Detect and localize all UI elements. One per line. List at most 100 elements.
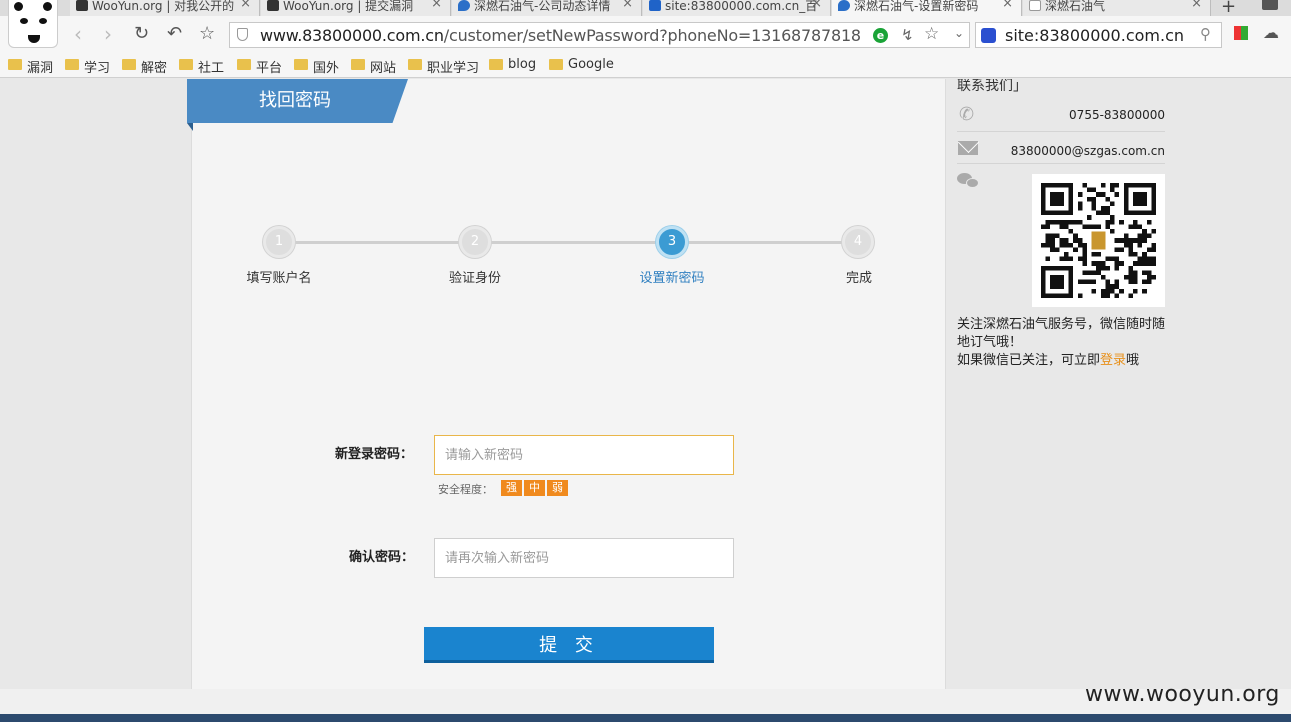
step-1-label: 填写账户名 — [246, 271, 312, 286]
bookmark-folder[interactable]: 平台 — [237, 57, 282, 76]
follow-line-2-end: 哦 — [1126, 353, 1140, 368]
url-path: /customer/setNewPassword?phoneNo=1316878… — [443, 26, 861, 45]
chevron-down-icon[interactable]: ⌄ — [954, 26, 964, 40]
bookmark-label: blog — [508, 57, 537, 72]
login-link[interactable]: 登录 — [1100, 353, 1126, 368]
page-content: 找回密码 1 2 3 4 填写账户名 验证身份 设置新密码 完成 新登录密码： … — [0, 79, 1291, 689]
wechat-qr-code — [1032, 174, 1165, 307]
panda-ear — [14, 2, 23, 11]
follow-text: 关注深燃石油气服务号，微信随时随地订气哦！ 如果微信已关注，可立即登录哦 — [957, 316, 1165, 370]
email-address: 83800000@szgas.com.cn — [1010, 144, 1165, 158]
strength-medium: 中 — [524, 480, 545, 496]
email-row: 83800000@szgas.com.cn — [957, 132, 1165, 164]
bookmark-folder[interactable]: 网站 — [351, 57, 396, 76]
bookmark-folder[interactable]: Google — [549, 57, 614, 72]
search-input[interactable]: site:83800000.com.cn — [1005, 26, 1184, 45]
bookmark-label: 社工 — [198, 61, 225, 76]
bookmark-label: 平台 — [256, 61, 283, 76]
step-1-circle: 1 — [263, 226, 295, 258]
address-bar[interactable]: www.83800000.com.cn/customer/setNewPassw… — [229, 22, 970, 48]
bookmark-folder[interactable]: blog — [489, 57, 536, 72]
new-password-input[interactable] — [434, 435, 734, 475]
back-icon[interactable]: ‹ — [74, 23, 82, 45]
tab-title: 深燃石油气-设置新密码 — [854, 0, 979, 13]
submit-button[interactable]: 提 交 — [424, 627, 714, 663]
new-tab-button[interactable]: + — [1221, 0, 1236, 16]
folder-icon — [549, 59, 563, 70]
page-title: 找回密码 — [187, 79, 408, 123]
close-icon[interactable]: × — [811, 0, 822, 10]
bookmark-folder[interactable]: 社工 — [179, 57, 224, 76]
wooyun-icon — [267, 0, 279, 11]
favorite-star-icon[interactable]: ☆ — [924, 24, 939, 44]
step-2-label: 验证身份 — [448, 271, 502, 286]
gas-drop-icon — [838, 0, 850, 11]
url-text[interactable]: www.83800000.com.cn/customer/setNewPassw… — [260, 26, 861, 45]
panda-ear — [43, 2, 52, 11]
folder-icon — [237, 59, 251, 70]
folder-icon — [179, 59, 193, 70]
os-taskbar — [0, 714, 1291, 722]
step-2-circle: 2 — [459, 226, 491, 258]
qr-code-image — [1041, 183, 1156, 298]
new-password-label: 新登录密码： — [335, 447, 414, 462]
folder-icon — [122, 59, 136, 70]
phone-icon: ✆ — [959, 104, 975, 125]
lightning-icon[interactable]: ↯ — [901, 26, 914, 44]
bookmark-folder[interactable]: 解密 — [122, 57, 167, 76]
step-3-label: 设置新密码 — [639, 271, 705, 286]
bookmarks-bar: 漏洞 学习 解密 社工 平台 国外 网站 职业学习 blog Google — [0, 54, 1291, 78]
bookmark-folder[interactable]: 职业学习 — [408, 57, 479, 76]
watermark: www.wooyun.org — [1085, 682, 1280, 707]
follow-line-2-text: 如果微信已关注，可立即 — [957, 353, 1101, 368]
follow-line-1: 关注深燃石油气服务号，微信随时随地订气哦！ — [957, 317, 1166, 350]
browser-tab-4[interactable]: site:83800000.com.cn_百 × — [643, 0, 831, 16]
browser-tab-5[interactable]: 深燃石油气-设置新密码 × — [832, 0, 1022, 16]
folder-icon — [351, 59, 365, 70]
search-icon[interactable]: ⚲ — [1200, 25, 1211, 43]
forward-icon[interactable]: › — [104, 23, 112, 45]
page-icon — [1029, 0, 1041, 11]
gas-drop-icon — [458, 0, 470, 11]
window-menu-icon[interactable] — [1262, 0, 1278, 10]
bookmark-label: 职业学习 — [427, 61, 480, 76]
panda-avatar[interactable] — [8, 0, 58, 48]
bookmark-folder[interactable]: 漏洞 — [8, 57, 53, 76]
bookmark-label: Google — [568, 57, 614, 72]
panda-eye — [39, 18, 47, 24]
panda-eye — [20, 18, 28, 24]
folder-icon — [65, 59, 79, 70]
wooyun-icon — [76, 0, 88, 11]
step-3-circle: 3 — [656, 226, 688, 258]
cloud-icon[interactable]: ☁ — [1263, 23, 1279, 42]
bookmark-label: 漏洞 — [27, 61, 54, 76]
bookmark-folder[interactable]: 学习 — [65, 57, 110, 76]
bookmark-label: 国外 — [313, 61, 340, 76]
confirm-password-label: 确认密码： — [349, 550, 415, 565]
apps-icon[interactable] — [1234, 26, 1248, 40]
tab-title: WooYun.org | 提交漏洞 — [283, 0, 414, 13]
browser-tab-6[interactable]: 深燃石油气 × — [1023, 0, 1211, 16]
search-bar[interactable]: site:83800000.com.cn ⚲ — [975, 22, 1222, 48]
browser-tab-2[interactable]: WooYun.org | 提交漏洞 × — [261, 0, 451, 16]
close-icon[interactable]: × — [1191, 0, 1202, 10]
security-check-icon[interactable]: e — [873, 28, 888, 43]
bookmark-folder[interactable]: 国外 — [294, 57, 339, 76]
close-icon[interactable]: × — [622, 0, 633, 10]
reload-icon[interactable]: ↻ — [134, 23, 149, 45]
close-icon[interactable]: × — [240, 0, 251, 10]
step-connector — [490, 241, 658, 244]
browser-tab-3[interactable]: 深燃石油气-公司动态详情 × — [452, 0, 642, 16]
baidu-icon — [649, 0, 661, 11]
contact-sidebar: 联系我们」 ✆ 0755-83800000 83800000@szgas.com… — [957, 79, 1165, 689]
close-icon[interactable]: × — [431, 0, 442, 10]
step-4-label: 完成 — [845, 271, 873, 286]
tab-title: 深燃石油气 — [1045, 0, 1106, 13]
contact-heading: 联系我们」 — [957, 79, 1027, 94]
undo-icon[interactable]: ↶ — [167, 23, 182, 45]
confirm-password-input[interactable] — [434, 538, 734, 578]
tab-title: 深燃石油气-公司动态详情 — [474, 0, 611, 13]
close-icon[interactable]: × — [1002, 0, 1013, 10]
bookmark-star-icon[interactable]: ☆ — [199, 23, 215, 45]
browser-tab-1[interactable]: WooYun.org | 对我公开的 × — [70, 0, 260, 16]
